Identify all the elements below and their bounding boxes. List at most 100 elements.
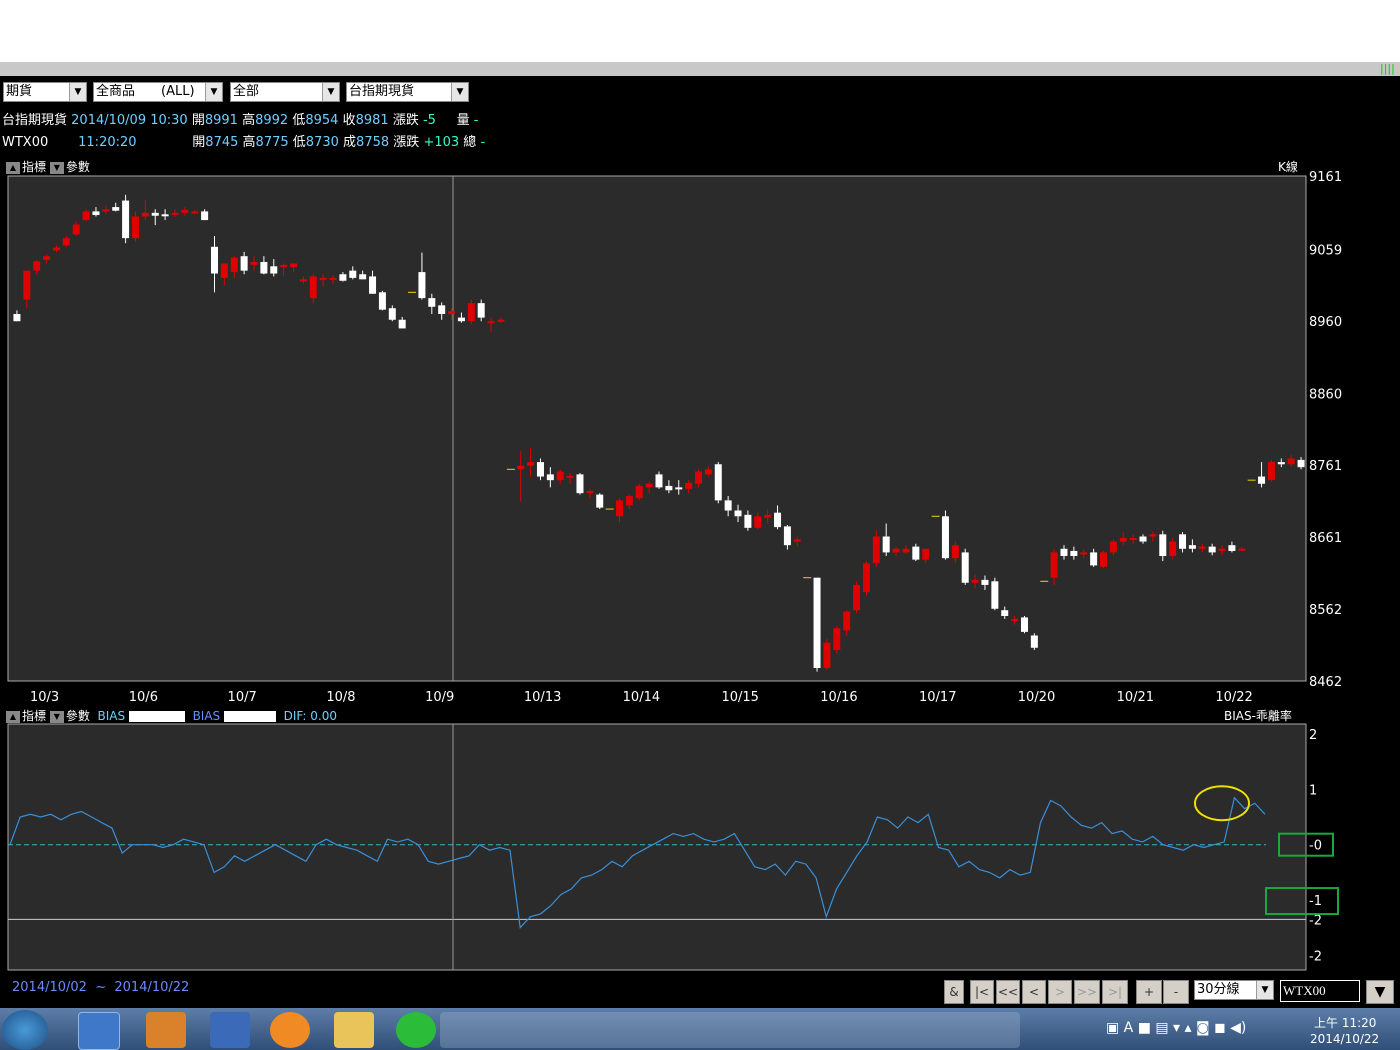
candle-body <box>477 303 485 318</box>
candle-body <box>596 494 604 508</box>
candle-body <box>181 209 189 213</box>
candle-body <box>645 483 653 488</box>
volume-label: 總 <box>463 135 477 150</box>
volume-value: - <box>473 113 479 128</box>
category-select[interactable]: 全部 ▼ <box>230 82 340 102</box>
candle-body <box>1218 548 1226 551</box>
quote-name: 台指期現貨 <box>2 113 68 128</box>
zoom-out-button[interactable]: - <box>1163 980 1189 1004</box>
candle-body <box>1179 534 1187 549</box>
candle-body <box>625 496 633 506</box>
clock-date[interactable]: 2014/10/22 <box>1310 1032 1379 1046</box>
quote-row-spot: 台指期現貨 2014/10/09 10:30 開8991 高8992 低8954… <box>2 112 478 130</box>
internet-explorer-icon[interactable] <box>78 1012 120 1050</box>
chevron-down-icon: ▼ <box>1256 981 1273 999</box>
ampersand-button[interactable]: & <box>944 980 964 1004</box>
candle-body <box>230 257 238 273</box>
x-tick-label: 10/3 <box>30 690 59 705</box>
y-tick-label: 8462 <box>1309 675 1342 690</box>
last-button[interactable]: >| <box>1102 980 1128 1004</box>
candle-body <box>517 465 525 470</box>
change-label: 漲跌 <box>392 113 419 128</box>
candle-body <box>191 211 199 214</box>
zoom-in-button[interactable]: + <box>1136 980 1162 1004</box>
candle-body <box>1238 548 1246 551</box>
media-player-icon[interactable] <box>146 1012 186 1048</box>
candle-body <box>62 238 70 246</box>
candle-body <box>359 274 367 280</box>
range-separator: ~ <box>95 980 107 995</box>
candle-body <box>1109 541 1117 553</box>
y-tick-label: 9059 <box>1309 244 1342 259</box>
step-forward-button[interactable]: > <box>1048 980 1072 1004</box>
candle-body <box>566 475 574 478</box>
line-app-icon[interactable] <box>396 1012 436 1048</box>
candle-body <box>52 247 60 251</box>
candle-body <box>635 485 643 499</box>
candle-body <box>448 311 456 314</box>
y-tick-label: 8960 <box>1309 315 1342 330</box>
candle-body <box>1100 552 1108 567</box>
x-tick-label: 10/7 <box>228 690 257 705</box>
candle-body <box>813 577 821 668</box>
candlestick-chart[interactable]: 9161 9059 8960 8860 8761 8661 8562 8462 10/3 10/6… <box>0 170 1400 710</box>
range-start: 2014/10/02 <box>12 980 87 995</box>
candle-body <box>912 546 920 560</box>
chevron-down-icon: ▼ <box>205 83 222 101</box>
candle-body <box>299 279 307 282</box>
page-back-button[interactable]: << <box>996 980 1020 1004</box>
candle-body <box>961 552 969 583</box>
tray-icons[interactable]: ▣ A ■ ▤ ▾ ▴ ◙ ◼ ◀) <box>1106 1020 1246 1036</box>
step-back-button[interactable]: < <box>1022 980 1046 1004</box>
candle-body <box>23 270 31 300</box>
range-end: 2014/10/22 <box>114 980 190 995</box>
quote-datetime: 11:20:20 <box>78 135 137 150</box>
y-tick-label: 8661 <box>1309 531 1342 546</box>
indicator-y-tick: -1 <box>1309 894 1322 909</box>
low-value: 8730 <box>305 135 339 150</box>
change-value: +103 <box>423 135 460 150</box>
symbol-input[interactable]: WTX00 <box>1280 980 1360 1002</box>
change-label: 漲跌 <box>393 135 420 150</box>
market-select-value: 期貨 <box>6 84 33 99</box>
candle-body <box>754 516 762 528</box>
product-select[interactable]: 全商品 (ALL) ▼ <box>93 82 223 102</box>
market-select[interactable]: 期貨 ▼ <box>3 82 87 102</box>
bias-indicator-chart[interactable]: 2 1 -0 -1 -2 -2 <box>0 720 1400 975</box>
dropdown-arrow-icon[interactable]: ▼ <box>1366 980 1394 1004</box>
candle-body <box>309 276 317 299</box>
x-tick-label: 10/16 <box>820 690 857 705</box>
resize-grip-icon[interactable]: |||| <box>1380 62 1398 76</box>
browser-app-icon[interactable] <box>270 1012 310 1048</box>
page-forward-button[interactable]: >> <box>1074 980 1100 1004</box>
open-value: 8991 <box>204 113 238 128</box>
first-button[interactable]: |< <box>970 980 994 1004</box>
window-top-bar: |||| <box>0 62 1400 76</box>
candle-body <box>82 211 90 221</box>
candle-body <box>1080 552 1088 555</box>
candle-body <box>833 628 841 650</box>
candle-body <box>141 212 149 217</box>
clock-time[interactable]: 上午 11:20 <box>1314 1014 1376 1031</box>
high-label: 高 <box>242 135 256 150</box>
chevron-down-icon: ▼ <box>451 83 468 101</box>
candle-body <box>586 490 594 494</box>
candle-body <box>734 510 742 517</box>
start-button-icon[interactable] <box>2 1010 48 1050</box>
indicator-y-tick: 2 <box>1309 728 1317 743</box>
candle-body <box>102 209 110 212</box>
candle-body <box>892 548 900 553</box>
close-label: 收 <box>342 113 356 128</box>
candle-body <box>438 305 446 314</box>
contract-select[interactable]: 台指期現貨 ▼ <box>346 82 469 102</box>
product-select-value: 全商品 (ALL) <box>96 84 195 99</box>
candle-body <box>1287 458 1295 465</box>
taskbar-window-items[interactable] <box>440 1012 1020 1048</box>
candle-body <box>1277 462 1285 465</box>
app-launcher-icon[interactable] <box>210 1012 250 1048</box>
candle-body <box>774 512 782 528</box>
period-select[interactable]: 30分線 ▼ <box>1194 980 1274 1000</box>
candle-body <box>872 536 880 564</box>
file-explorer-icon[interactable] <box>334 1012 374 1048</box>
candle-body <box>783 526 791 546</box>
